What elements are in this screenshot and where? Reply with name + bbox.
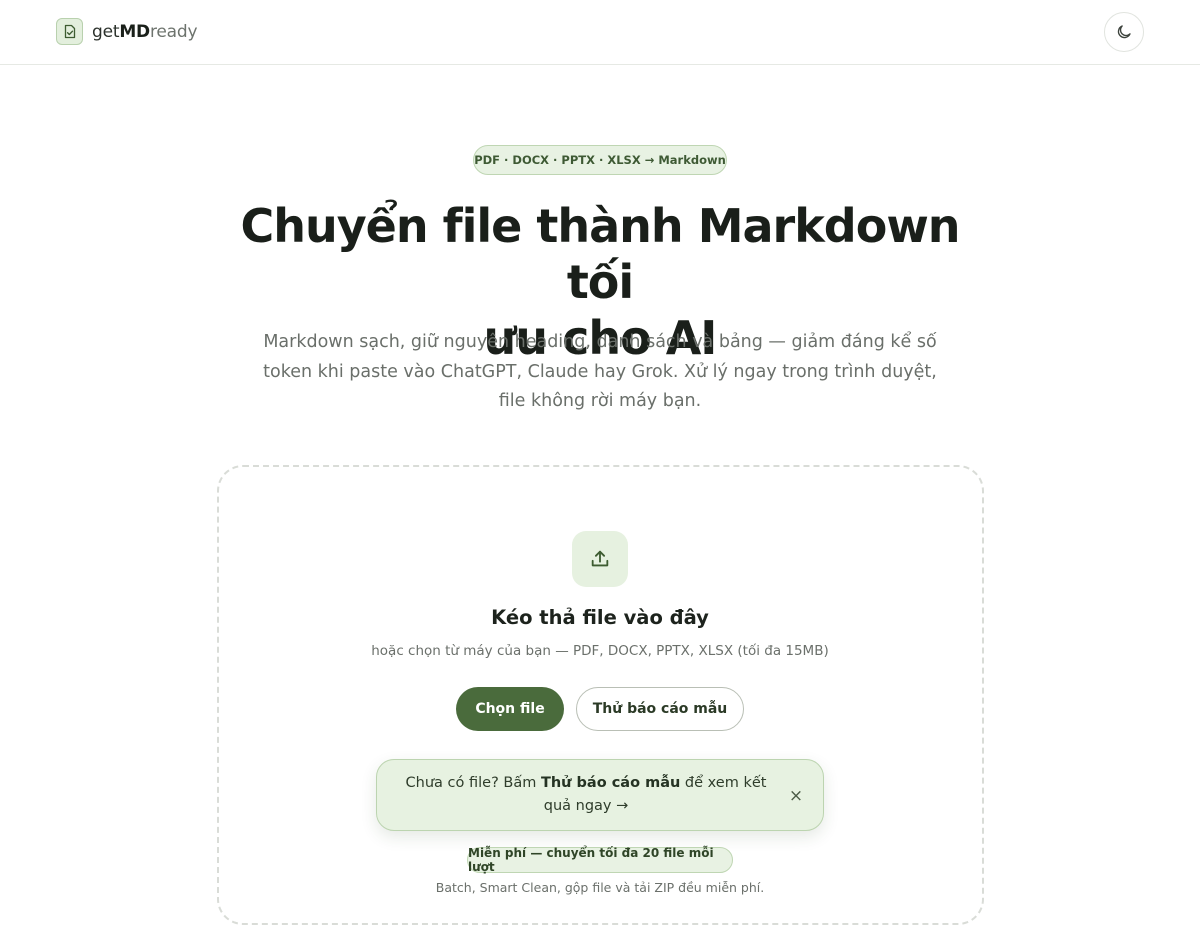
hero-title-line-1: Chuyển file thành Markdown tối — [240, 199, 960, 309]
tip-prefix: Chưa có file? Bấm — [405, 775, 541, 791]
logo-text: getMDready — [92, 21, 198, 42]
sample-report-button[interactable]: Thử báo cáo mẫu — [576, 687, 744, 731]
moon-icon — [1117, 25, 1131, 39]
free-badge: Miễn phí — chuyển tối đa 20 file mỗi lượ… — [467, 846, 733, 874]
dropzone-title: Kéo thả file vào đây — [491, 606, 709, 629]
upload-icon — [572, 531, 628, 587]
hero-subtitle: Markdown sạch, giữ nguyên heading, danh … — [263, 332, 937, 411]
free-note: Batch, Smart Clean, gộp file và tải ZIP … — [435, 880, 765, 895]
formats-badge: PDF · DOCX · PPTX · XLSX → Markdown — [473, 145, 727, 175]
tip-bold: Thử báo cáo mẫu — [540, 775, 681, 791]
tip-text: Chưa có file? Bấm Thử báo cáo mẫu để xem… — [391, 772, 781, 818]
top-bar: getMDready — [0, 0, 1200, 65]
logo-bold: MD — [119, 21, 150, 42]
file-check-icon — [56, 18, 83, 45]
logo-suffix: ready — [149, 21, 198, 42]
sample-tip-toast: Chưa có file? Bấm Thử báo cáo mẫu để xem… — [376, 759, 824, 831]
logo-prefix: get — [92, 21, 120, 42]
close-icon[interactable]: × — [785, 785, 807, 807]
choose-file-button[interactable]: Chọn file — [456, 687, 564, 731]
dropzone-hint: hoặc chọn từ máy của bạn — PDF, DOCX, PP… — [371, 643, 829, 659]
theme-toggle-button[interactable] — [1104, 12, 1144, 52]
logo[interactable]: getMDready — [56, 18, 198, 45]
